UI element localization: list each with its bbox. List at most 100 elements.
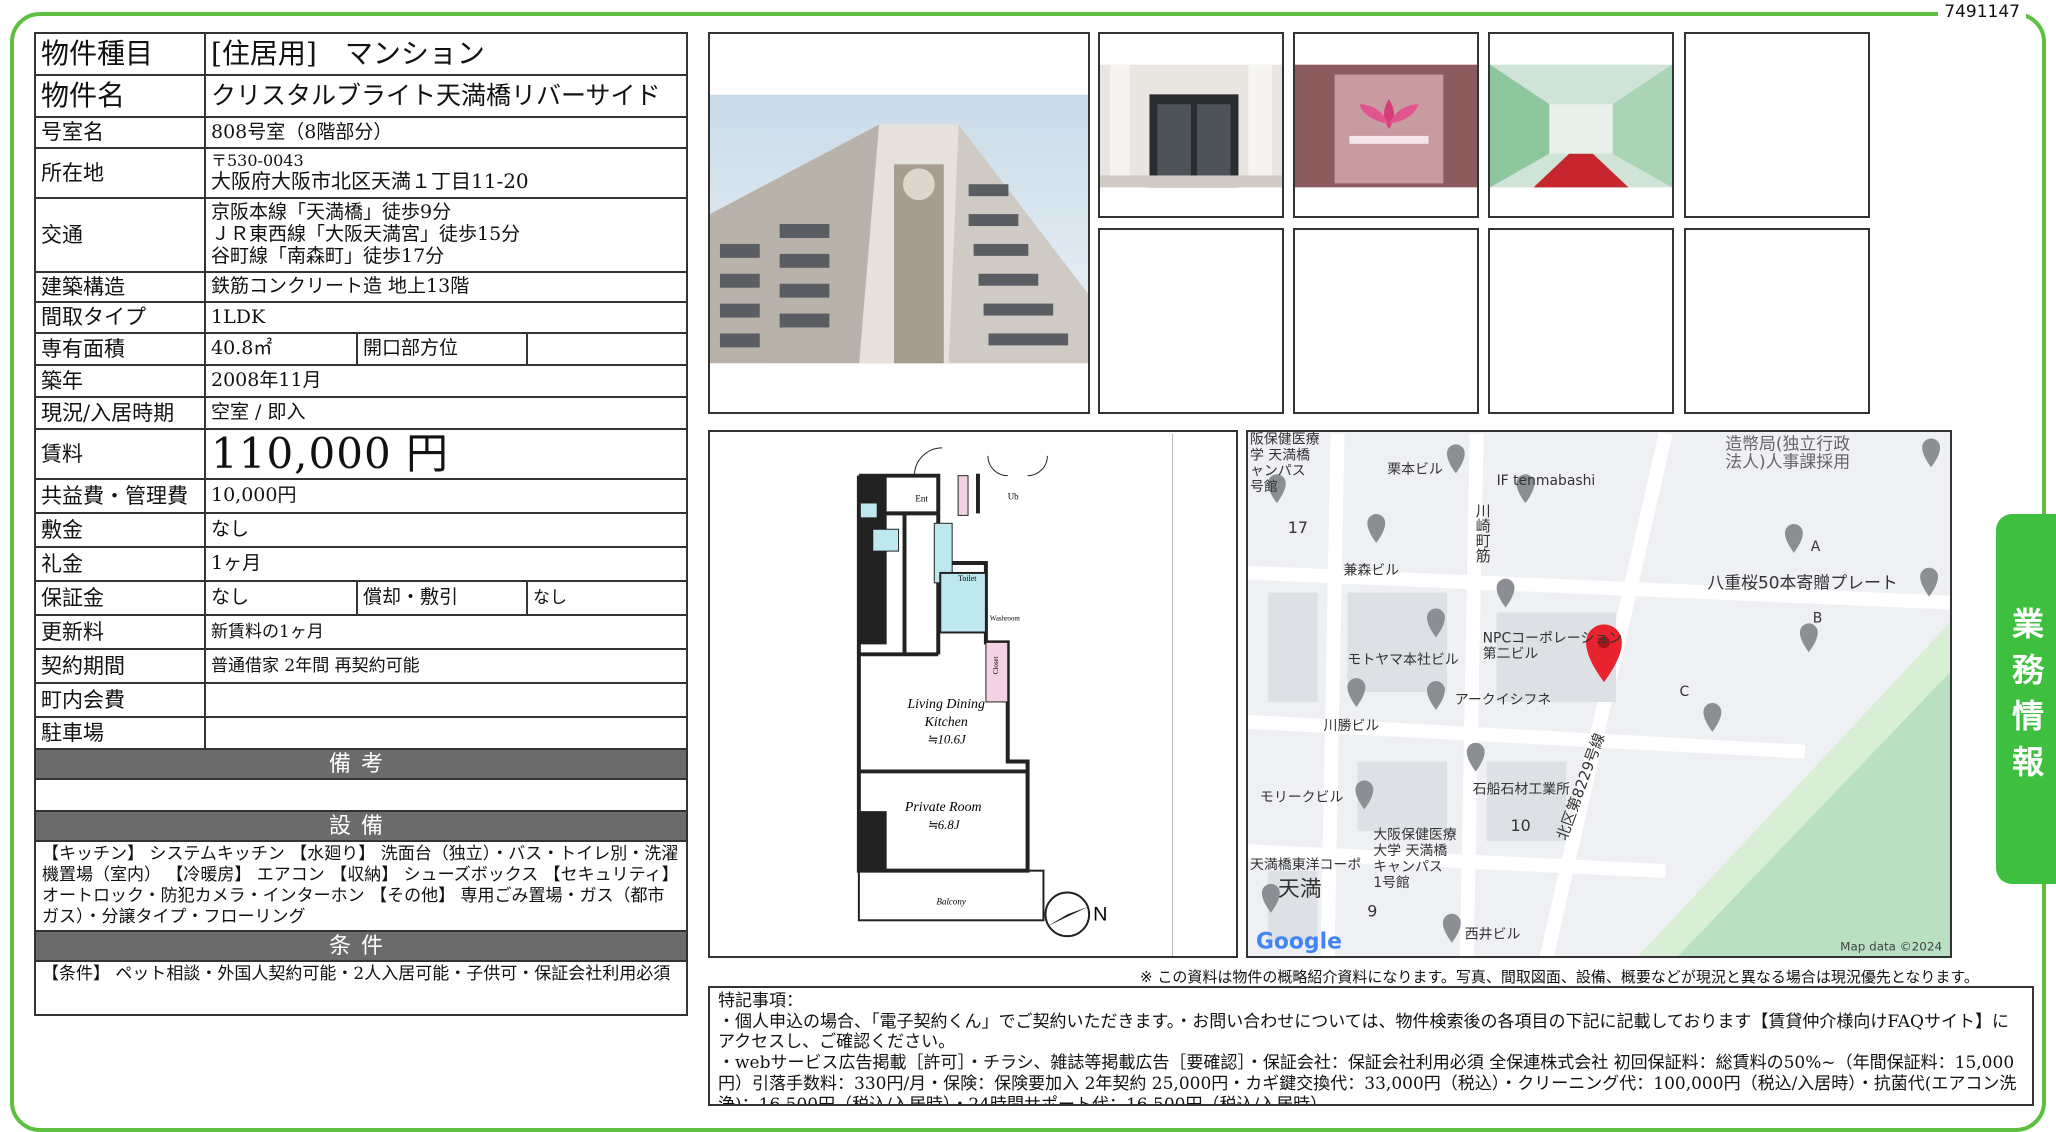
conditions-value: 【条件】 ペット相談・外国人契約可能・2人入居可能・子供可・保証会社利用必須 (33, 960, 689, 1017)
fp-washroom: Washroom (990, 615, 1020, 623)
map-label: モリークビル (1260, 789, 1344, 805)
row-key-money: 礼金 1ヶ月 (34, 546, 689, 583)
address-text: 大阪府大阪市北区天満１丁目11-20 (211, 169, 529, 194)
structure-value: 鉄筋コンクリート造 地上13階 (203, 271, 689, 303)
row-rent: 賃料 110,000 円 (34, 427, 689, 481)
row-area: 専有面積 40.8㎡ 開口部方位 (34, 332, 689, 366)
map-label: IF tenmabashi (1497, 473, 1596, 489)
main-photo-building[interactable] (708, 32, 1090, 414)
fp-ent: Ent (915, 493, 928, 503)
transport-line: ＪＲ東西線「大阪天満宮」徒歩15分 (211, 223, 521, 246)
name-value: クリスタルブライト天満橋リバーサイド (203, 74, 689, 118)
transport-label: 交通 (34, 197, 206, 273)
transport-value: 京阪本線「天満橋」徒歩9分 ＪＲ東西線「大阪天満宮」徒歩15分 谷町線「南森町」… (203, 197, 689, 273)
fp-ldk-size: ≒10.6J (927, 733, 967, 747)
name-label: 物件名 (34, 74, 206, 118)
photo-slot-empty (1488, 228, 1674, 414)
equipment-row: 【キッチン】 システムキッチン 【水廻り】 洗面台（独立）・バス・トイレ別・洗濯… (33, 840, 689, 933)
deposit-value: なし (203, 512, 689, 549)
map-label: C (1680, 684, 1690, 700)
association-label: 町内会費 (34, 682, 206, 719)
address-value: 〒530-0043 大阪府大阪市北区天満１丁目11-20 (203, 147, 689, 199)
google-logo: Google (1256, 930, 1342, 955)
row-fee: 共益費・管理費 10,000円 (34, 478, 689, 515)
direction-value (525, 332, 689, 366)
rent-value: 110,000 円 (203, 427, 689, 481)
row-address: 所在地 〒530-0043 大阪府大阪市北区天満１丁目11-20 (34, 147, 689, 199)
property-info-table: 物件種目 [住居用] マンション 物件名 クリスタルブライト天満橋リバーサイド … (33, 32, 689, 1017)
map-label: 石船石材工業所 (1473, 781, 1570, 797)
map-label: NPCコーポレーション (1483, 630, 1622, 646)
north-arrow-icon: N (1044, 891, 1107, 938)
row-structure: 建築構造 鉄筋コンクリート造 地上13階 (34, 271, 689, 303)
notes-title: 特記事項： (718, 991, 803, 1011)
map-label: 栗本ビル (1387, 461, 1443, 477)
map-label: 第二ビル (1483, 645, 1539, 662)
fee-value: 10,000円 (203, 478, 689, 515)
row-renewal: 更新料 新賃料の1ヶ月 (34, 614, 689, 651)
map-label: 兼森ビル (1343, 563, 1399, 579)
photo-hallway[interactable] (1488, 32, 1674, 218)
notes-line: ・webサービス広告掲載［許可］・チラシ、雑誌等掲載広告［要確認］・保証会社：保… (718, 1053, 2017, 1106)
conditions-header-row: 条件 (33, 930, 689, 963)
map-label: 学 天満橋 (1250, 447, 1310, 463)
guarantee-label: 保証金 (34, 580, 206, 617)
fp-room: Private Room (904, 800, 982, 815)
fp-ub: Ub (1008, 491, 1019, 501)
photo-slot-empty (1684, 228, 1870, 414)
built-label: 築年 (34, 364, 206, 398)
room-value: 808号室（8階部分） (203, 116, 689, 149)
map-label: 川崎町筋 (1474, 503, 1492, 564)
fp-balcony: Balcony (937, 896, 966, 906)
parking-label: 駐車場 (34, 716, 206, 751)
fp-ldk-kitchen: Kitchen (924, 715, 968, 730)
map-label: 西井ビル (1465, 927, 1521, 943)
row-association: 町内会費 (34, 682, 689, 719)
map-label: A (1811, 539, 1821, 555)
map-label: モトヤマ本社ビル (1347, 652, 1458, 668)
row-parking: 駐車場 (34, 716, 689, 751)
layout-label: 間取タイプ (34, 301, 206, 334)
building-image (710, 94, 1088, 364)
map-label: ャンパス (1250, 463, 1306, 479)
remarks-header: 備考 (33, 748, 689, 781)
contract-value: 普通借家 2年間 再契約可能 (203, 648, 689, 685)
row-layout: 間取タイプ 1LDK (34, 301, 689, 334)
business-info-tab[interactable]: 業務情報 (1996, 514, 2056, 884)
map-panel[interactable]: 阪保健医療 学 天満橋 ャンパス 号館 栗本ビル IF tenmabashi 造… (1246, 430, 1952, 958)
rent-label: 賃料 (34, 427, 206, 481)
equipment-value: 【キッチン】 システムキッチン 【水廻り】 洗面台（独立）・バス・トイレ別・洗濯… (33, 840, 689, 933)
document-id: 7491147 (1938, 2, 2026, 22)
row-contract: 契約期間 普通借家 2年間 再契約可能 (34, 648, 689, 685)
row-room: 号室名 808号室（8階部分） (34, 116, 689, 149)
layout-value: 1LDK (203, 301, 689, 334)
map-label: キャンパス (1373, 859, 1443, 875)
deposit-label: 敷金 (34, 512, 206, 549)
map-label: 17 (1288, 518, 1308, 537)
disclaimer-text: ※ この資料は物件の概略紹介資料になります。写真、間取図面、設備、概要などが現況… (1140, 968, 1979, 986)
key-money-value: 1ヶ月 (203, 546, 689, 583)
row-name: 物件名 クリスタルブライト天満橋リバーサイド (34, 74, 689, 118)
map-label: 号館 (1250, 479, 1278, 495)
guarantee-value: なし (204, 580, 358, 617)
photo-slot-empty (1098, 228, 1284, 414)
map-image: 阪保健医療 学 天満橋 ャンパス 号館 栗本ビル IF tenmabashi 造… (1248, 432, 1950, 956)
built-value: 2008年11月 (203, 364, 689, 398)
north-label: N (1093, 903, 1107, 925)
map-label: 天満 (1278, 877, 1322, 902)
map-label: 1号館 (1373, 875, 1410, 891)
photo-entrance[interactable] (1098, 32, 1284, 218)
amortization-value: なし (525, 580, 689, 617)
photo-slot-empty (1293, 228, 1479, 414)
contract-label: 契約期間 (34, 648, 206, 685)
photo-signage[interactable] (1293, 32, 1479, 218)
remarks-header-row: 備考 (33, 748, 689, 781)
map-label: 八重桜50本寄贈プレート (1707, 573, 1897, 593)
remarks-row (33, 778, 689, 813)
signage-image (1295, 64, 1477, 188)
notes-line: ・個人申込の場合、「電子契約くん」でご契約いただきます。・お問い合わせについては… (718, 1011, 2009, 1053)
room-label: 号室名 (34, 116, 206, 149)
transport-line: 京阪本線「天満橋」徒歩9分 (211, 201, 452, 224)
floor-plan-panel[interactable]: Ent Ub Toilet Washroom Closet Living Din… (708, 430, 1238, 958)
postal-code: 〒530-0043 (211, 150, 304, 170)
